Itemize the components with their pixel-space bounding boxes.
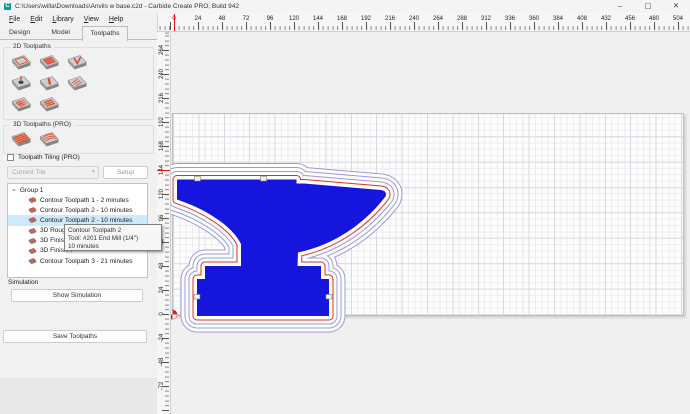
- tool-icon-advanced-vcarve[interactable]: [37, 75, 61, 94]
- canvas-viewport[interactable]: [171, 32, 690, 414]
- ruler-x-label: 360: [528, 16, 539, 22]
- tree-group-row[interactable]: ⌄ Group 1: [8, 185, 147, 195]
- close-button[interactable]: ✕: [662, 0, 690, 13]
- ruler-horizontal: 0244872961201441681922162402642883123363…: [157, 13, 690, 32]
- minimize-button[interactable]: –: [606, 0, 634, 13]
- tooltip-line-0: Contour Toolpath 2: [68, 226, 122, 234]
- toolpath-item[interactable]: Contour Toolpath 1 - 2 minutes: [8, 195, 147, 205]
- tool-icon-3d-rough[interactable]: [9, 131, 33, 150]
- panel-tabbar: Design Model Toolpaths: [0, 25, 157, 41]
- tab-design[interactable]: Design: [2, 26, 37, 40]
- menu-help[interactable]: Help: [104, 15, 128, 24]
- toolpath-mini-icon: [28, 237, 37, 244]
- menu-edit[interactable]: Edit: [25, 15, 47, 24]
- ruler-x-label: 216: [384, 16, 395, 22]
- toolpath-mini-icon: [28, 217, 37, 224]
- tooltip-line-2: 10 minutes: [68, 242, 99, 250]
- toolpath-tiling-label: Toolpath Tiling (PRO): [18, 154, 80, 161]
- toolpath-mini-icon: [28, 248, 37, 255]
- toolpath-item[interactable]: Contour Toolpath 2 - 10 minutes: [8, 205, 147, 215]
- toolpath-item-label: Contour Toolpath 2 - 10 minutes: [40, 216, 133, 224]
- tree-group-label: Group 1: [19, 186, 44, 194]
- maximize-button[interactable]: ▢: [634, 0, 662, 13]
- toolpath-item-label: Contour Toolpath 3 - 21 minutes: [40, 257, 133, 265]
- toolpath-tooltip: Contour Toolpath 2 Tool: #201 End Mill (1…: [64, 224, 162, 251]
- ruler-x-label: 120: [288, 16, 299, 22]
- ruler-x-label: 96: [266, 16, 274, 22]
- tool-icon-vcarve[interactable]: [65, 54, 89, 73]
- ruler-x-label: 192: [360, 16, 371, 22]
- ruler-x-label: 456: [624, 16, 635, 22]
- toolpath-tiling-row: Toolpath Tiling (PRO): [7, 154, 80, 161]
- group-2d-label: 2D Toolpaths: [10, 43, 54, 50]
- ruler-y-label: -72: [159, 381, 165, 391]
- save-toolpaths-button[interactable]: Save Toolpaths: [3, 330, 147, 343]
- menu-file[interactable]: File: [4, 15, 25, 24]
- show-simulation-button[interactable]: Show Simulation: [11, 289, 143, 302]
- tool-icon-drill[interactable]: [9, 75, 33, 94]
- toolpath-mini-icon: [28, 207, 37, 214]
- toolpath-item-label: Contour Toolpath 1 - 2 minutes: [40, 196, 129, 204]
- ruler-vertical: 264240216192168144120967248240-24-48-72: [157, 32, 171, 414]
- toolpath-item[interactable]: Contour Toolpath 3 - 21 minutes: [8, 256, 147, 266]
- ruler-x-label: 240: [408, 16, 419, 22]
- anvil-toolpath-drawing: [171, 163, 403, 333]
- ruler-x-cursor-marker: [173, 14, 175, 31]
- toolpath-mini-icon: [28, 197, 37, 204]
- group-3d-toolpaths: 3D Toolpaths (PRO): [3, 121, 154, 154]
- toolpath-mini-icon: [28, 227, 37, 234]
- app-logo-icon: C: [4, 3, 11, 10]
- ruler-x-label: 144: [312, 16, 323, 22]
- ruler-x-label: 72: [242, 16, 250, 22]
- tab-toolpaths[interactable]: Toolpaths: [82, 26, 128, 41]
- group-2d-toolpaths: 2D Toolpaths: [3, 43, 154, 120]
- window-title: C:\Users\willa\Downloads\Anvils w base.c…: [15, 3, 239, 10]
- ruler-x-label: 504: [672, 16, 683, 22]
- group-3d-label: 3D Toolpaths (PRO): [10, 121, 75, 128]
- chevron-down-icon: ⌄: [11, 186, 17, 194]
- ruler-x-label: 408: [576, 16, 587, 22]
- ruler-y-cursor-marker: [157, 169, 170, 171]
- ruler-x-label: 24: [194, 16, 202, 22]
- toolpaths-panel: Design Model Toolpaths 2D Toolpaths 3D Too…: [0, 25, 157, 378]
- current-tile-select[interactable]: Current Tile ▾: [7, 166, 99, 179]
- ruler-x-label: 480: [648, 16, 659, 22]
- ruler-x-label: 168: [336, 16, 347, 22]
- tool-icon-texture[interactable]: [9, 96, 33, 115]
- tool-icon-engrave[interactable]: [65, 75, 89, 94]
- tooltip-line-1: Tool: #201 End Mill (1/4"): [68, 234, 139, 242]
- tool-icon-slot[interactable]: [37, 96, 61, 115]
- toolpath-tiling-checkbox[interactable]: [7, 154, 14, 161]
- window-controls: – ▢ ✕: [606, 0, 690, 13]
- ruler-x-label: 288: [456, 16, 467, 22]
- toolpath-mini-icon: [28, 258, 37, 265]
- tool-icon-3d-finish[interactable]: [37, 131, 61, 150]
- panel-bottom-strip: [0, 378, 157, 414]
- menu-view[interactable]: View: [79, 15, 104, 24]
- ruler-x-label: 264: [432, 16, 443, 22]
- ruler-x-label: 384: [552, 16, 563, 22]
- setup-button[interactable]: Setup: [103, 166, 148, 179]
- tab-model[interactable]: Model: [44, 26, 77, 40]
- ruler-x-label: 336: [504, 16, 515, 22]
- ruler-x-label: 48: [218, 16, 226, 22]
- toolpath-item-label: Contour Toolpath 2 - 10 minutes: [40, 206, 133, 214]
- tool-icon-pocket[interactable]: [37, 54, 61, 73]
- titlebar: C C:\Users\willa\Downloads\Anvils w base…: [0, 0, 690, 13]
- menu-library[interactable]: Library: [47, 15, 78, 24]
- ruler-x-label: 432: [600, 16, 611, 22]
- simulation-section-label: Simulation: [8, 279, 39, 286]
- chevron-down-icon: ▾: [91, 169, 95, 175]
- tool-icon-contour[interactable]: [9, 54, 33, 73]
- ruler-x-label: 312: [480, 16, 491, 22]
